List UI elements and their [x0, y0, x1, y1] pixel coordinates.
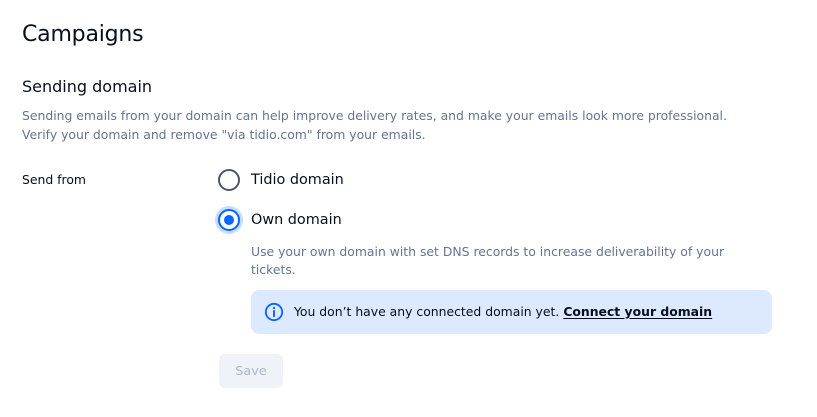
campaigns-settings-page: Campaigns Sending domain Sending emails …	[0, 0, 817, 417]
info-banner: You don’t have any connected domain yet.…	[251, 290, 772, 334]
save-button[interactable]: Save	[219, 354, 283, 388]
section-description-line-1: Sending emails from your domain can help…	[22, 108, 727, 123]
info-banner-text: You don’t have any connected domain yet.…	[294, 303, 712, 321]
radio-label-own-domain[interactable]: Own domain	[251, 209, 342, 231]
connect-domain-link[interactable]: Connect your domain	[563, 304, 712, 319]
radio-label-tidio-domain[interactable]: Tidio domain	[251, 169, 344, 191]
radio-button-tidio-domain[interactable]	[218, 169, 240, 191]
radio-option-tidio-domain[interactable]: Tidio domain	[218, 169, 344, 191]
section-title-sending-domain: Sending domain	[22, 77, 153, 96]
section-description-line-2: Verify your domain and remove "via tidio…	[22, 127, 426, 142]
radio-option-own-domain[interactable]: Own domain	[218, 209, 342, 231]
send-from-label: Send from	[22, 172, 86, 187]
info-message: You don’t have any connected domain yet.	[294, 304, 560, 319]
page-title: Campaigns	[22, 22, 144, 47]
radio-button-own-domain[interactable]	[218, 209, 240, 231]
section-description: Sending emails from your domain can help…	[22, 106, 802, 144]
info-icon	[264, 302, 284, 322]
own-domain-description: Use your own domain with set DNS records…	[251, 244, 725, 277]
